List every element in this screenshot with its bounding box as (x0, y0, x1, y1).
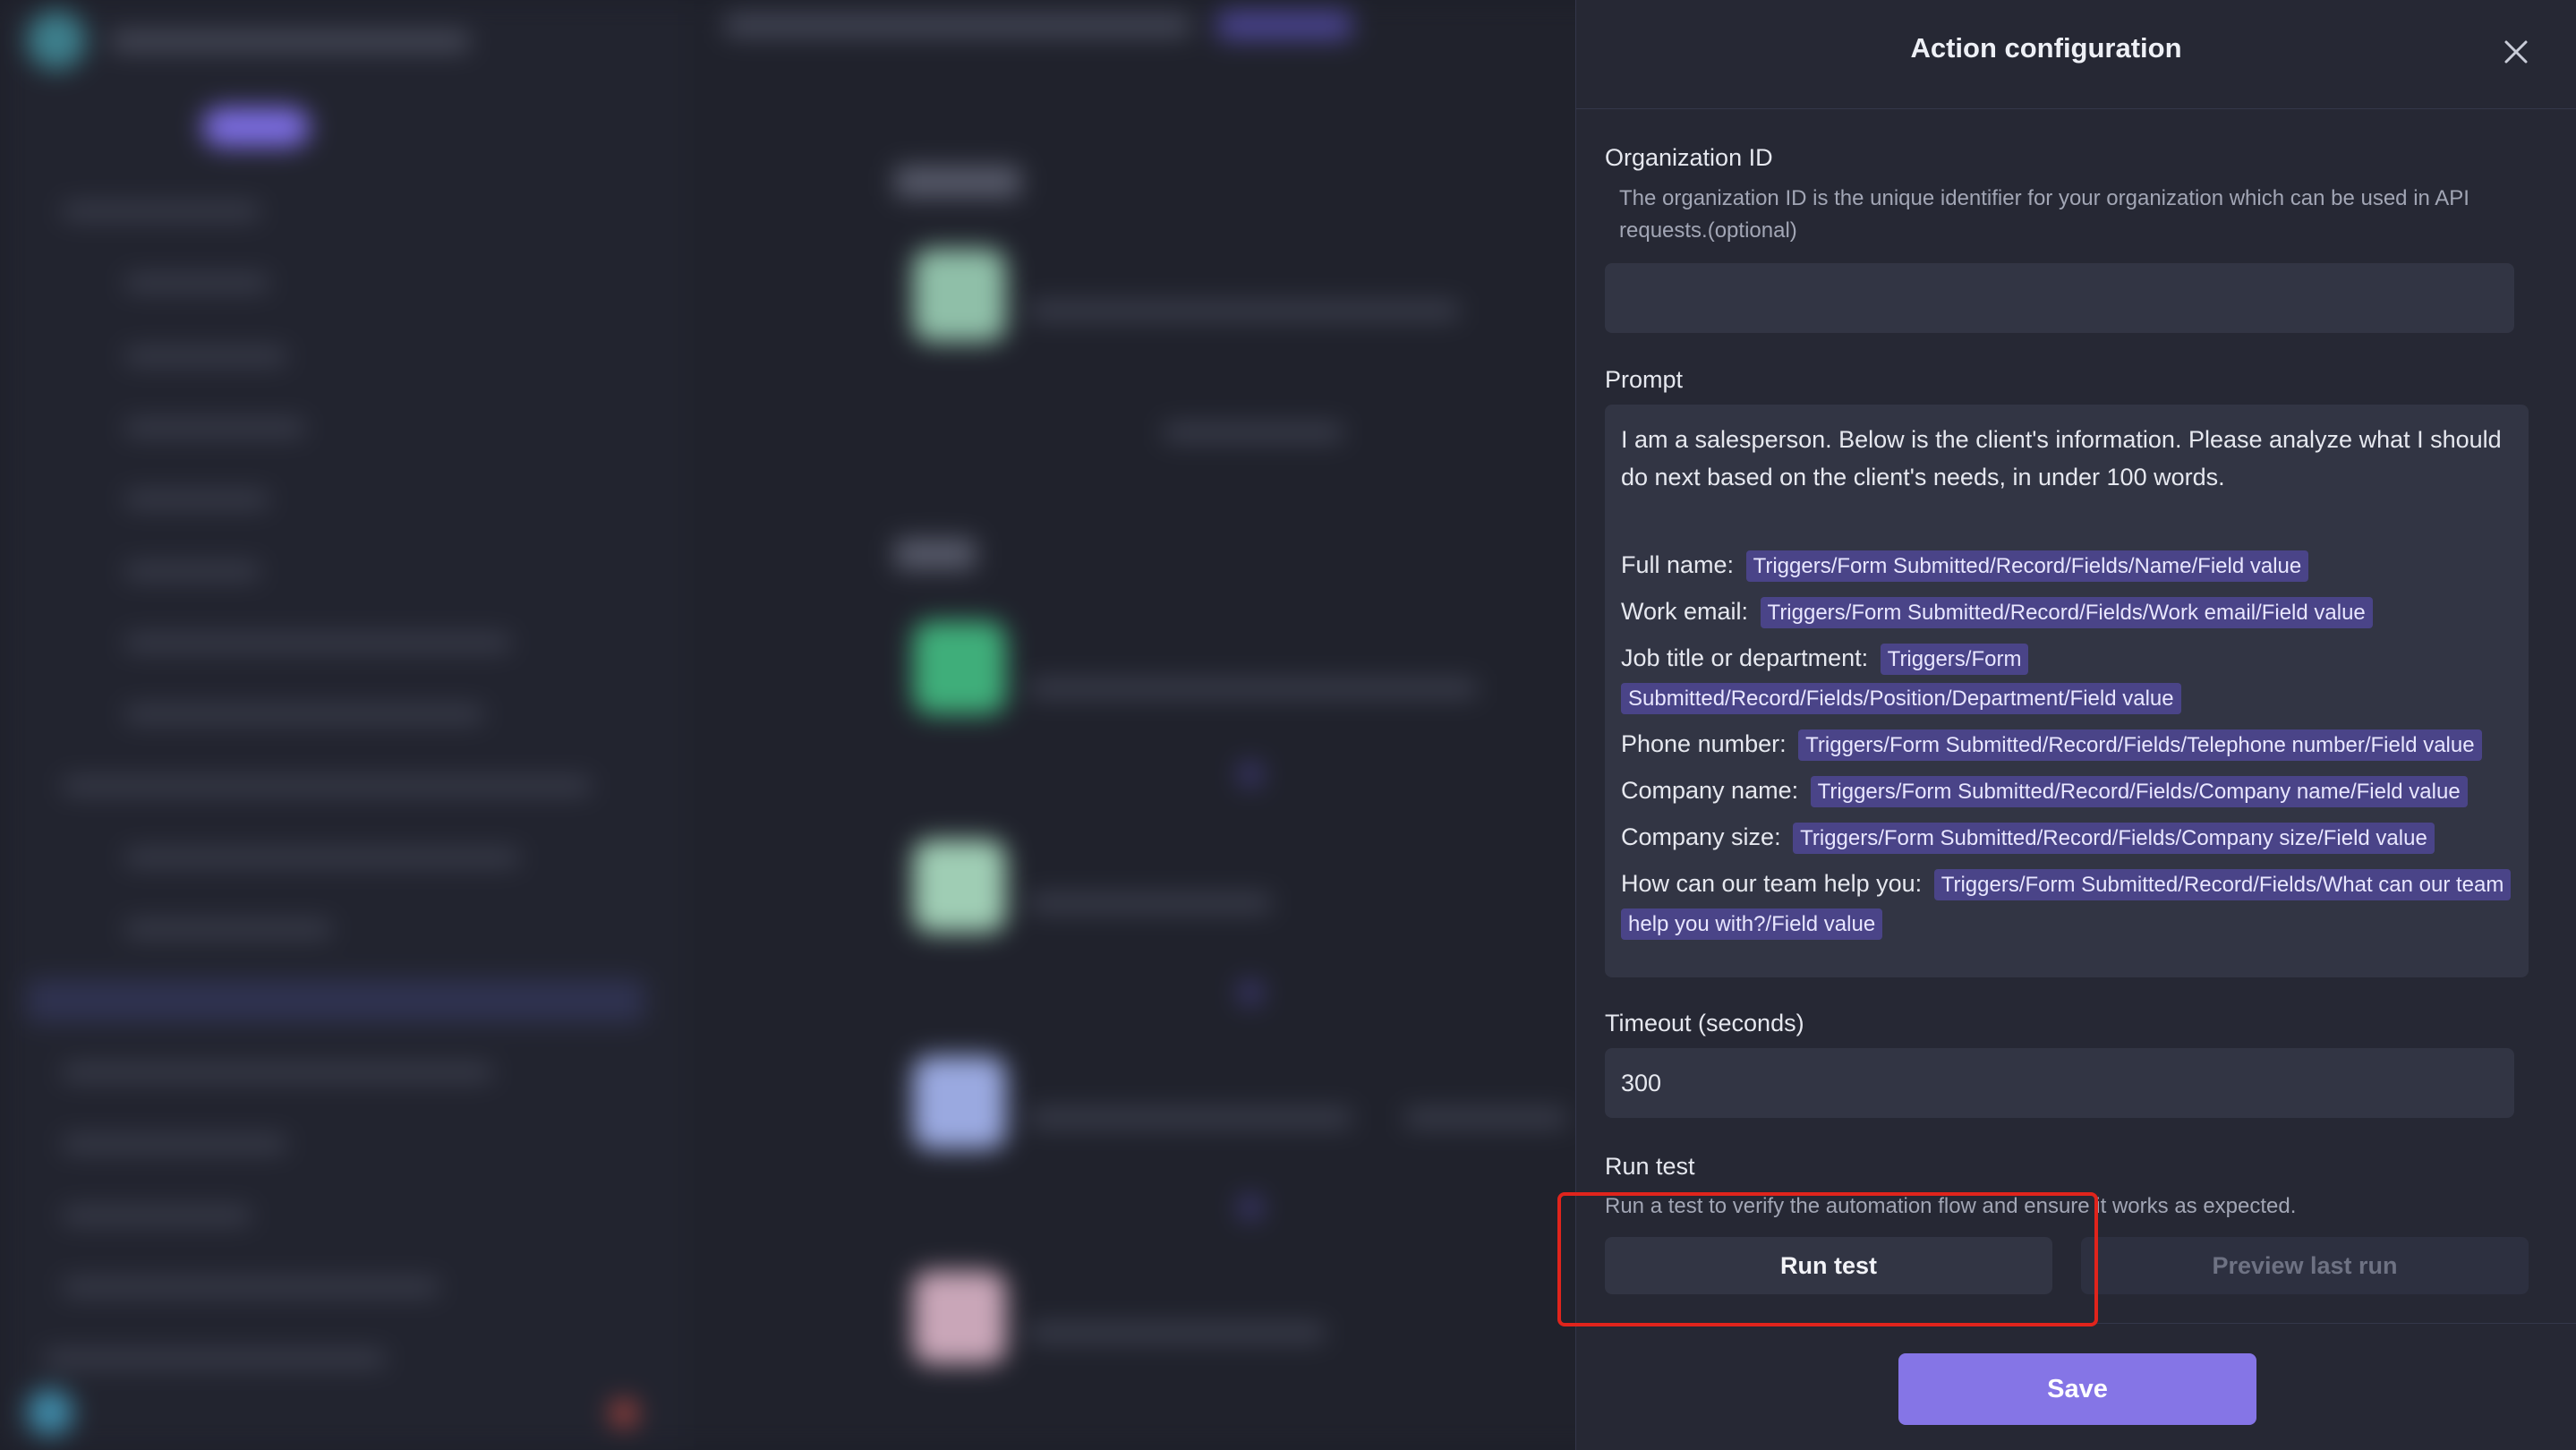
variable-token[interactable]: Triggers/Form Submitted/Record/Fields/Co… (1793, 823, 2435, 854)
run-test-label: Run test (1605, 1153, 1695, 1180)
organization-id-input[interactable] (1605, 263, 2514, 333)
tree-row (63, 1065, 492, 1079)
section-heading (895, 539, 976, 569)
card-icon (913, 621, 1006, 714)
tree-row (125, 349, 286, 363)
close-button[interactable] (2498, 34, 2534, 70)
footer-divider (1576, 1323, 2576, 1324)
prompt-editor[interactable]: I am a salesperson. Below is the client'… (1605, 405, 2529, 977)
variable-token[interactable]: Triggers/Form Submitted/Record/Fields/Te… (1798, 729, 2482, 761)
tree-row (125, 421, 304, 435)
timeout-label: Timeout (seconds) (1605, 1010, 1804, 1036)
panel-title: Action configuration (1910, 32, 2182, 64)
prompt-field-row: Work email: Triggers/Form Submitted/Reco… (1621, 593, 2512, 632)
card-icon (913, 1056, 1006, 1149)
card-line (1029, 303, 1459, 319)
notification-dot (610, 1400, 637, 1427)
tree-row (125, 564, 260, 578)
workspace-avatar (27, 11, 86, 70)
card-icon (913, 1271, 1006, 1364)
main-status-chip (1217, 11, 1352, 39)
tree-row (125, 850, 519, 865)
flow-connector (1239, 763, 1262, 786)
tree-row (63, 1208, 251, 1223)
tree-row (125, 707, 483, 721)
run-test-button[interactable]: Run test (1605, 1237, 2052, 1294)
flow-connector (1239, 981, 1262, 1004)
prompt-field-row: Company name: Triggers/Form Submitted/Re… (1621, 772, 2512, 811)
card-line (1029, 680, 1477, 696)
close-icon (2504, 40, 2528, 64)
background-sidebar (0, 0, 681, 1450)
prompt-field-row: Job title or department: Triggers/Form S… (1621, 639, 2512, 718)
prompt-label: Prompt (1605, 366, 1684, 393)
variable-token[interactable]: Triggers/Form Submitted/Record/Fields/Co… (1810, 776, 2468, 807)
tree-row (63, 779, 591, 793)
prompt-field-label: Phone number: (1621, 730, 1787, 757)
variable-token[interactable]: Triggers/Form Submitted/Record/Fields/Na… (1745, 550, 2309, 582)
card-line (1029, 1325, 1325, 1341)
card-icon (913, 840, 1006, 933)
card-icon (913, 249, 1006, 342)
prompt-field-row: Phone number: Triggers/Form Submitted/Re… (1621, 725, 2512, 764)
prompt-field-label: Company size: (1621, 823, 1781, 850)
tree-row (63, 204, 260, 218)
prompt-field-label: Company name: (1621, 777, 1799, 804)
main-title-placeholder (725, 14, 1190, 36)
flow-connector (1239, 1196, 1262, 1219)
action-configuration-panel: Action configuration Organization ID The… (1575, 0, 2576, 1450)
tree-row (125, 276, 269, 290)
panel-header: Action configuration (1576, 0, 2576, 109)
save-button[interactable]: Save (1898, 1353, 2256, 1425)
organization-id-label: Organization ID (1605, 144, 1773, 171)
prompt-field-row: Company size: Triggers/Form Submitted/Re… (1621, 818, 2512, 857)
preview-last-run-button[interactable]: Preview last run (2081, 1237, 2529, 1294)
tree-row (125, 635, 510, 650)
prompt-field-row: Full name: Triggers/Form Submitted/Recor… (1621, 546, 2512, 585)
workspace-name-placeholder (111, 32, 469, 50)
sidebar-tab-active (202, 107, 310, 147)
prompt-field-label: Full name: (1621, 551, 1735, 578)
timeout-input[interactable] (1605, 1048, 2514, 1118)
tree-row (125, 492, 269, 507)
prompt-field-row: How can our team help you: Triggers/Form… (1621, 865, 2512, 943)
section-heading (895, 166, 1020, 197)
user-avatar (27, 1389, 73, 1436)
card-line (1029, 1110, 1352, 1126)
card-line (1164, 424, 1343, 440)
tree-row (63, 1137, 286, 1151)
variable-token[interactable]: Triggers/Form Submitted/Record/Fields/Wo… (1760, 597, 2373, 628)
prompt-field-label: How can our team help you: (1621, 870, 1923, 897)
run-test-description: Run a test to verify the automation flow… (1605, 1194, 2297, 1218)
tree-row (125, 922, 331, 936)
prompt-intro-text: I am a salesperson. Below is the client'… (1621, 426, 2502, 490)
tree-row (63, 1280, 439, 1294)
tree-row (45, 1352, 385, 1366)
prompt-field-label: Job title or department: (1621, 644, 1869, 671)
card-line (1029, 895, 1271, 911)
tree-row-selected (27, 979, 644, 1022)
prompt-field-label: Work email: (1621, 598, 1749, 625)
organization-id-description: The organization ID is the unique identi… (1619, 186, 2469, 243)
card-line (1405, 1110, 1566, 1126)
